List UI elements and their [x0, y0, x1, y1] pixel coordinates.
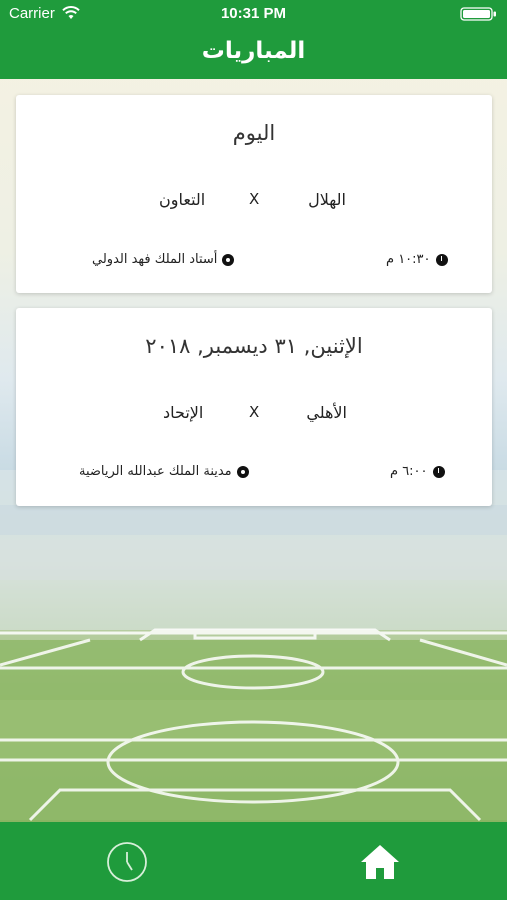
- clock-icon: [432, 465, 445, 478]
- versus-label: X: [249, 403, 260, 421]
- away-team: الإتحاد: [163, 403, 204, 422]
- location-pin-icon: [236, 465, 249, 478]
- status-bar: Carrier 10:31 PM: [0, 0, 507, 28]
- navigation-bar: المباريات: [0, 28, 507, 79]
- away-team: التعاون: [159, 190, 206, 209]
- tab-bar: [0, 822, 507, 900]
- match-time: ٦:٠٠ م: [390, 464, 428, 479]
- stadium-info: مدينة الملك عبدالله الرياضية: [79, 464, 249, 479]
- clock-icon: [107, 842, 147, 882]
- page-title: المباريات: [201, 38, 306, 64]
- tab-home[interactable]: [358, 840, 402, 884]
- stadium-info: أستاد الملك فهد الدولي: [92, 252, 235, 267]
- stadium-name: مدينة الملك عبدالله الرياضية: [79, 464, 232, 479]
- clock-time: 10:31 PM: [220, 5, 287, 22]
- versus-label: X: [249, 190, 260, 208]
- location-pin-icon: [222, 253, 235, 266]
- stadium-name: أستاد الملك فهد الدولي: [92, 252, 218, 267]
- battery-icon: [460, 7, 498, 21]
- home-team: الهلال: [308, 190, 346, 209]
- clock-icon: [435, 253, 448, 266]
- match-time-info: ٦:٠٠ م: [390, 464, 445, 479]
- match-date: الإثنين, ٣١ ديسمبر, ٢٠١٨: [145, 334, 363, 358]
- match-time-info: ١٠:٣٠ م: [386, 252, 448, 267]
- match-time: ١٠:٣٠ م: [386, 252, 431, 267]
- tab-clock[interactable]: [105, 840, 149, 884]
- home-team: الأهلي: [306, 403, 347, 422]
- home-icon: [361, 845, 399, 879]
- match-card[interactable]: الإثنين, ٣١ ديسمبر, ٢٠١٨ الأهلي X الإتحا…: [16, 308, 492, 506]
- match-card[interactable]: اليوم الهلال X التعاون أستاد الملك فهد ا…: [16, 95, 492, 293]
- match-date: اليوم: [232, 121, 276, 145]
